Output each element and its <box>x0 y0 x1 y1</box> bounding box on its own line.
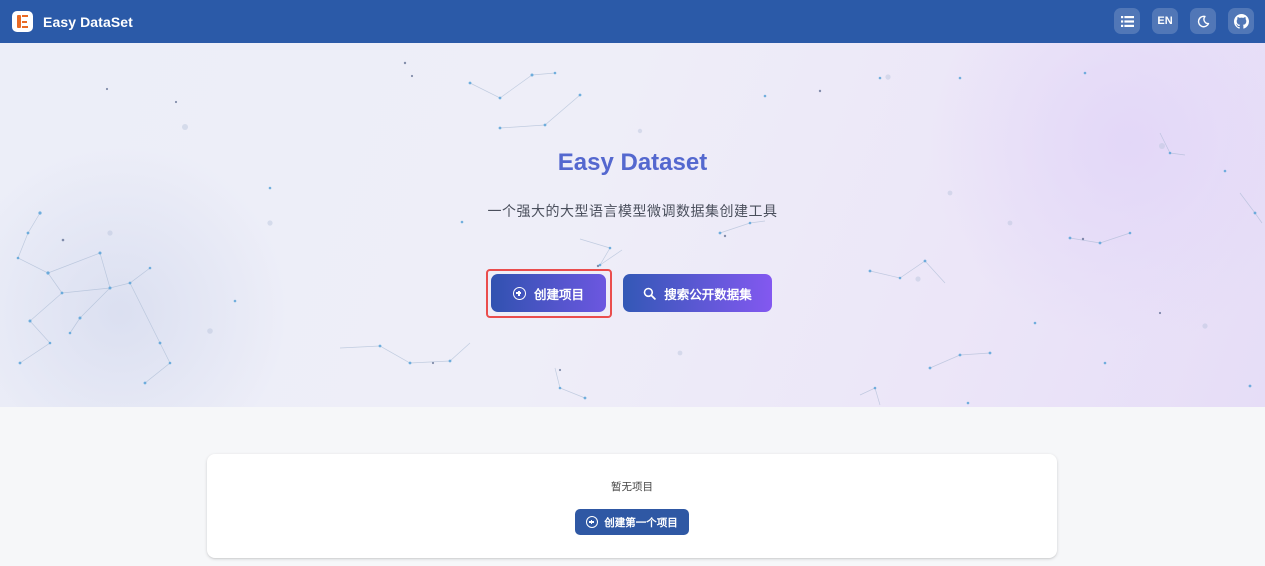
hero-title: Easy Dataset <box>557 149 708 176</box>
app-title: Easy DataSet <box>43 13 133 30</box>
create-project-button[interactable]: 创建项目 <box>491 274 606 312</box>
brand[interactable]: Easy DataSet <box>12 11 133 32</box>
hero-section: Easy Dataset 一个强大的大型语言模型微调数据集创建工具 创建项目 搜… <box>0 43 1265 407</box>
add-circle-icon <box>586 516 599 528</box>
search-public-datasets-button[interactable]: 搜索公开数据集 <box>623 274 772 312</box>
list-view-button[interactable] <box>1114 8 1140 34</box>
top-actions: EN <box>1114 8 1254 34</box>
list-icon <box>1120 15 1134 27</box>
search-public-datasets-label: 搜索公开数据集 <box>664 287 752 302</box>
github-icon <box>1233 13 1249 29</box>
moon-icon <box>1197 15 1209 27</box>
empty-projects-text: 暂无项目 <box>611 481 653 493</box>
search-icon <box>643 287 657 300</box>
create-first-project-button[interactable]: 创建第一个项目 <box>575 509 689 535</box>
github-button[interactable] <box>1228 8 1254 34</box>
create-project-label: 创建项目 <box>533 287 584 302</box>
create-first-project-label: 创建第一个项目 <box>604 516 678 529</box>
app-logo-icon <box>12 11 33 32</box>
language-toggle-button[interactable]: EN <box>1152 8 1178 34</box>
hero-subtitle: 一个强大的大型语言模型微调数据集创建工具 <box>487 203 778 219</box>
theme-toggle-button[interactable] <box>1190 8 1216 34</box>
network-background <box>0 43 1265 407</box>
add-circle-icon <box>512 286 526 300</box>
top-navbar: Easy DataSet EN <box>0 0 1265 43</box>
projects-card: 暂无项目 创建第一个项目 <box>207 454 1057 558</box>
